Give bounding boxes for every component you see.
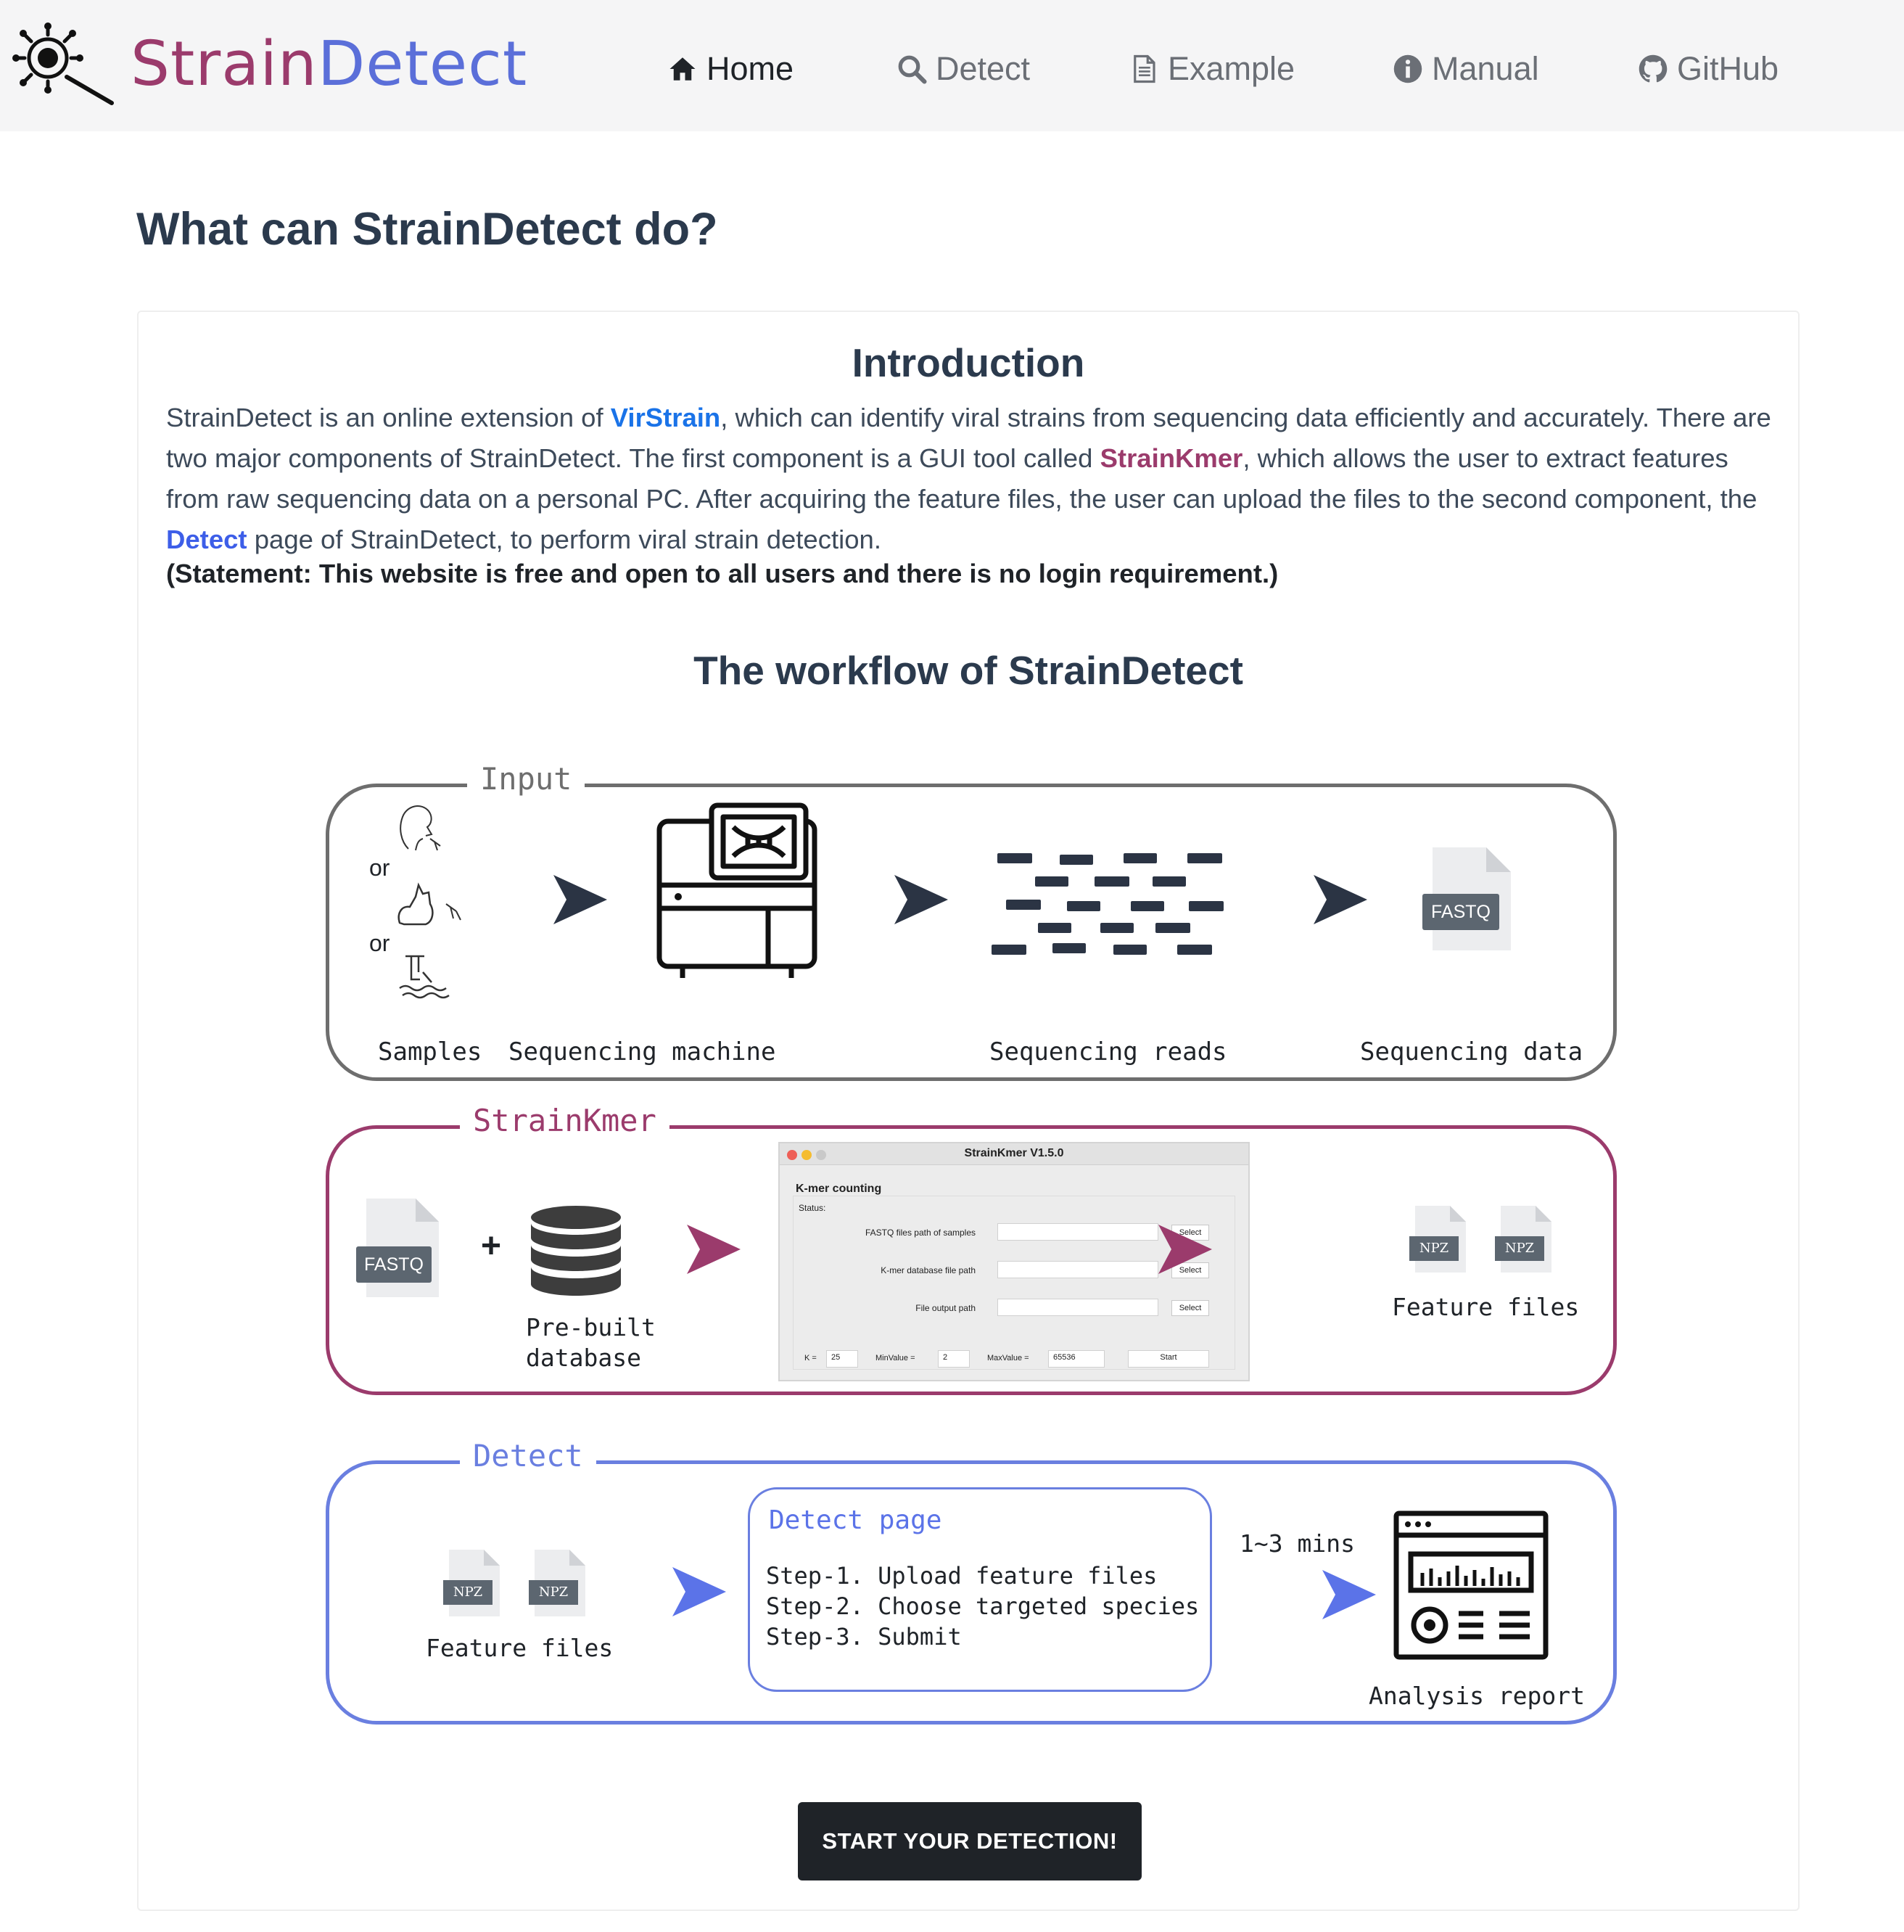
- strainkmer-link[interactable]: StrainKmer: [1100, 443, 1243, 473]
- plus-sign: +: [481, 1227, 502, 1265]
- brand-part-detect: Detect: [317, 28, 528, 100]
- npz-file-icon: NPZ: [443, 1550, 501, 1616]
- gui-min-label: MinValue =: [875, 1354, 915, 1362]
- detect-step-3: Step-3. Submit: [766, 1623, 962, 1651]
- nav-github[interactable]: GitHub: [1638, 44, 1779, 94]
- intro-heading: Introduction: [852, 340, 1085, 385]
- workflow-heading: The workflow of StrainDetect: [693, 648, 1243, 693]
- fastq-badge: FASTQ: [356, 1246, 432, 1283]
- statement-text: (Statement: This website is free and ope…: [166, 559, 1279, 588]
- database-caption-line2: database: [526, 1344, 641, 1372]
- brand-part-strain: Strain: [131, 28, 318, 100]
- home-icon: [669, 57, 696, 81]
- gui-row-fastq-label: FASTQ files path of samples: [865, 1228, 976, 1238]
- gui-subtitle: K-mer counting: [796, 1183, 882, 1195]
- database-icon: [531, 1206, 621, 1296]
- fastq-file-icon: FASTQ: [1422, 847, 1517, 950]
- arrow-icon: [1118, 1225, 1212, 1274]
- nav-manual[interactable]: Manual: [1393, 44, 1539, 94]
- samples-caption: Samples: [378, 1037, 482, 1066]
- file-icon: [1134, 54, 1155, 83]
- npz-badge: NPZ: [529, 1580, 578, 1605]
- start-detection-button[interactable]: START YOUR DETECTION!: [798, 1802, 1142, 1880]
- detect-page-link[interactable]: Detect: [166, 525, 247, 554]
- intro-text-1: StrainDetect is an online extension of: [166, 403, 611, 432]
- gui-row-db-label: K-mer database file path: [881, 1265, 976, 1275]
- npz-file-icon: NPZ: [529, 1550, 587, 1616]
- intro-card: Introduction StrainDetect is an online e…: [137, 311, 1800, 1911]
- fastq-file-icon: FASTQ: [356, 1199, 440, 1297]
- fastq-badge: FASTQ: [1422, 894, 1499, 930]
- processing-time-label: 1~3 mins: [1240, 1529, 1355, 1558]
- arrow-icon: [516, 875, 607, 924]
- nav-github-label: GitHub: [1677, 50, 1779, 87]
- detect-panel-label: Detect: [460, 1438, 596, 1473]
- brand-name: StrainDetect: [131, 28, 527, 100]
- database-caption-line1: Pre-built: [526, 1313, 656, 1341]
- info-icon: [1393, 54, 1422, 83]
- animal-sample-icon: [397, 882, 461, 926]
- virstrain-link[interactable]: VirStrain: [611, 403, 720, 432]
- nav-detect-label: Detect: [936, 50, 1031, 87]
- input-panel-label: Input: [467, 761, 585, 797]
- arrow-icon: [1276, 875, 1367, 924]
- detect-step-1: Step-1. Upload feature files: [766, 1562, 1158, 1590]
- nav-home-label: Home: [706, 50, 794, 87]
- arrow-icon: [1238, 1570, 1376, 1619]
- feature-files-caption: Feature files: [426, 1634, 614, 1662]
- npz-badge: NPZ: [1409, 1236, 1459, 1261]
- nav-manual-label: Manual: [1432, 50, 1539, 87]
- gui-titlebar: StrainKmer V1.5.0: [780, 1143, 1248, 1165]
- analysis-report-icon: [1393, 1510, 1549, 1660]
- gui-output-path-field: [997, 1299, 1158, 1316]
- npz-badge: NPZ: [443, 1580, 493, 1605]
- github-icon: [1639, 54, 1668, 83]
- detect-page-box-title: Detect page: [769, 1505, 942, 1535]
- gui-title: StrainKmer V1.5.0: [964, 1147, 1064, 1159]
- nav-home[interactable]: Home: [667, 44, 794, 94]
- gui-row-output-label: File output path: [915, 1303, 976, 1313]
- npz-badge: NPZ: [1495, 1236, 1544, 1261]
- analysis-report-caption: Analysis report: [1369, 1682, 1586, 1710]
- feature-files-caption: Feature files: [1392, 1293, 1580, 1321]
- sequencing-machine-caption: Sequencing machine: [508, 1037, 776, 1066]
- nav-example[interactable]: Example: [1129, 44, 1295, 94]
- nav-detect[interactable]: Detect: [897, 44, 1030, 94]
- npz-file-icon: NPZ: [1409, 1206, 1467, 1273]
- arrow-icon: [857, 875, 948, 924]
- page-title: What can StrainDetect do?: [136, 204, 718, 255]
- sequencing-reads-icon: [992, 853, 1224, 955]
- gui-max-label: MaxValue =: [987, 1354, 1029, 1362]
- detect-page-box: Detect page Step-1. Upload feature files…: [748, 1487, 1212, 1692]
- detect-step-2: Step-2. Choose targeted species: [766, 1592, 1200, 1620]
- sequencing-machine-icon: [656, 802, 817, 978]
- gui-select-button: Select: [1171, 1300, 1209, 1316]
- intro-paragraph: StrainDetect is an online extension of V…: [166, 398, 1776, 560]
- gui-status-label: Status:: [799, 1203, 826, 1213]
- gui-k-label: K =: [804, 1354, 817, 1362]
- brand-logo-link[interactable]: StrainDetect: [10, 13, 527, 115]
- human-sample-icon: [400, 805, 441, 851]
- gui-max-value: 65536: [1048, 1350, 1105, 1368]
- sequencing-data-caption: Sequencing data: [1360, 1037, 1583, 1066]
- gui-min-value: 2: [938, 1350, 970, 1368]
- or-label-1: or: [369, 855, 390, 881]
- environment-sample-icon: [399, 955, 450, 999]
- or-label-2: or: [369, 930, 390, 956]
- gui-start-button: Start: [1128, 1350, 1209, 1368]
- search-icon: [898, 55, 927, 84]
- arrow-icon: [632, 1567, 726, 1616]
- arrow-icon: [646, 1225, 741, 1274]
- nav-example-label: Example: [1168, 50, 1295, 87]
- npz-file-icon: NPZ: [1495, 1206, 1553, 1273]
- gui-k-value: 25: [826, 1350, 858, 1368]
- navbar: StrainDetect Home Detect Example Manual …: [0, 0, 1904, 131]
- virus-magnifier-icon: [12, 22, 114, 105]
- sequencing-reads-caption: Sequencing reads: [989, 1037, 1227, 1066]
- intro-text-4: page of StrainDetect, to perform viral s…: [247, 525, 881, 554]
- strainkmer-panel-label: StrainKmer: [460, 1103, 669, 1138]
